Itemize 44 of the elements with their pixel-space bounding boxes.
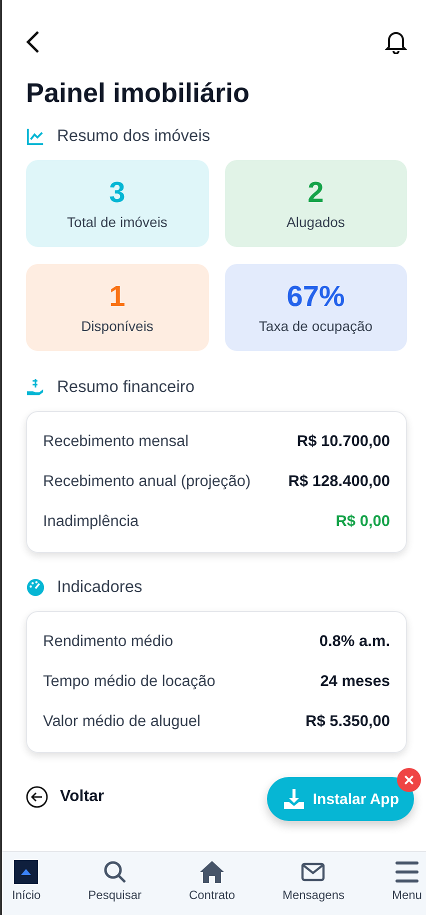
back-link[interactable]: Voltar [26,786,104,808]
nav-item[interactable]: Pesquisar [88,852,142,915]
row-value: R$ 5.350,00 [306,713,390,731]
stat-value: 3 [109,177,126,211]
row-value: 24 meses [320,673,390,691]
chevron-left-icon [26,31,40,53]
row-value: R$ 0,00 [336,513,390,531]
download-icon [282,788,305,810]
stat-value: 67% [286,281,345,315]
close-button[interactable]: × [397,768,421,792]
stat-value: 1 [109,281,126,315]
row-label: Rendimento médio [43,633,174,651]
section-heading: Resumo dos imóveis [57,127,210,146]
envelope-icon [301,860,326,884]
row-value: 0.8% a.m. [319,633,390,651]
section-heading: Indicadores [57,578,142,597]
back-button[interactable] [26,31,40,53]
row-label: Inadimplência [43,513,139,531]
row-label: Valor médio de aluguel [43,713,200,731]
gauge-icon [26,578,45,597]
stat-label: Total de imóveis [67,214,168,230]
section-heading: Resumo financeiro [57,378,195,397]
nav-item[interactable]: Mensagens [282,852,344,915]
chart-icon [26,127,45,146]
row-value: R$ 128.400,00 [288,473,390,491]
nav-item[interactable]: Menu [392,852,422,915]
menu-icon [394,860,419,884]
stat-label: Taxa de ocupação [258,318,373,334]
logo-icon [14,860,38,884]
page-title: Painel imobiliário [26,78,251,109]
nav-item[interactable]: Início [12,852,41,915]
stat-label: Disponíveis [81,318,154,334]
stat-label: Alugados [286,214,345,230]
house-icon [200,860,224,884]
bell-icon [385,30,407,54]
row-label: Tempo médio de locação [43,673,216,691]
row-value: R$ 10.700,00 [296,433,390,451]
row-label: Recebimento anual (projeção) [43,473,251,491]
search-icon [102,860,127,884]
notification-button[interactable] [385,30,407,54]
stat-value: 2 [308,177,324,211]
row-label: Recebimento mensal [43,433,189,451]
circle-arrow-left-icon [26,786,48,808]
nav-item[interactable]: Contrato [188,852,235,915]
